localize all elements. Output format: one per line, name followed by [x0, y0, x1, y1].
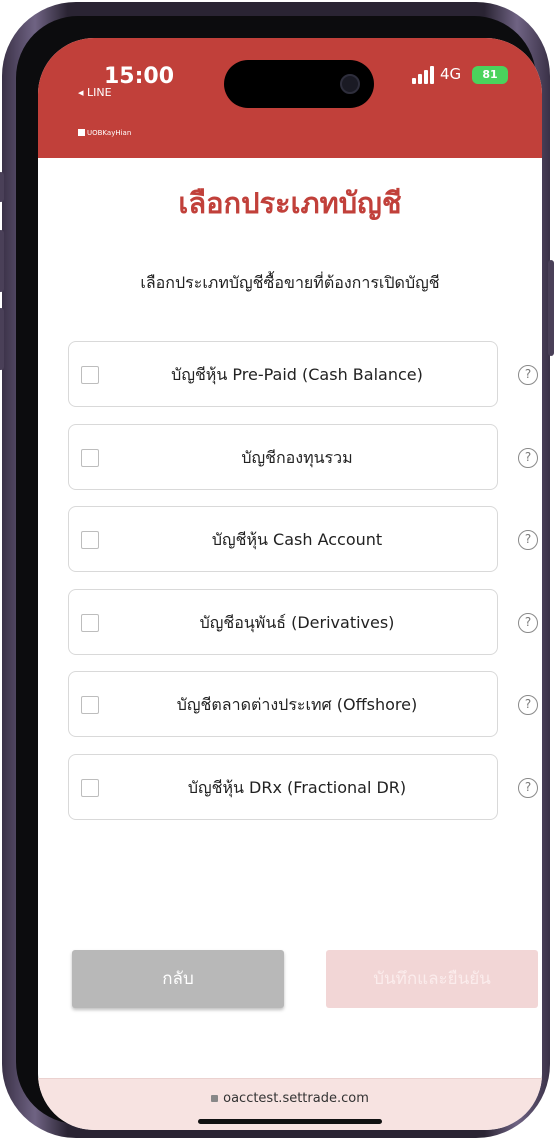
lock-icon: [211, 1095, 219, 1102]
account-option-mutual-fund[interactable]: บัญชีกองทุนรวม: [68, 424, 498, 490]
action-button: [0, 172, 4, 202]
option-label: บัญชีตลาดต่างประเทศ (Offshore): [176, 695, 418, 714]
help-icon[interactable]: ?: [518, 778, 538, 798]
option-label: บัญชีหุ้น DRx (Fractional DR): [187, 778, 407, 797]
save-confirm-button[interactable]: บันทึกและยืนยัน: [326, 950, 538, 1008]
brand-logo: UOBKayHian: [78, 129, 131, 137]
account-option-row: บัญชีอนุพันธ์ (Derivatives) ?: [68, 589, 538, 655]
account-option-row: บัญชีหุ้น Cash Account ?: [68, 506, 538, 572]
back-to-app-link[interactable]: ◂ LINE: [78, 86, 112, 99]
help-icon[interactable]: ?: [518, 448, 538, 468]
account-option-row: บัญชีตลาดต่างประเทศ (Offshore) ?: [68, 671, 538, 737]
brand-name: UOBKayHian: [87, 129, 132, 137]
checkbox-icon[interactable]: [81, 779, 99, 797]
account-option-cash-account[interactable]: บัญชีหุ้น Cash Account: [68, 506, 498, 572]
account-option-row: บัญชีกองทุนรวม ?: [68, 424, 538, 490]
page-subtitle: เลือกประเภทบัญชีซื้อขายที่ต้องการเปิดบัญ…: [140, 273, 440, 292]
account-option-derivatives[interactable]: บัญชีอนุพันธ์ (Derivatives): [68, 589, 498, 655]
url-bar[interactable]: oacctest.settrade.com: [38, 1091, 542, 1106]
help-icon[interactable]: ?: [518, 613, 538, 633]
account-option-prepaid[interactable]: บัญชีหุ้น Pre-Paid (Cash Balance): [68, 341, 498, 407]
brand-mark-icon: [78, 129, 85, 136]
account-option-row: บัญชีหุ้น DRx (Fractional DR) ?: [68, 754, 538, 820]
option-label: บัญชีกองทุนรวม: [241, 448, 353, 467]
header-bar: 15:00 ◂ LINE 4G 81 UOBKayHian: [38, 38, 542, 158]
page-title: เลือกประเภทบัญชี: [178, 186, 402, 220]
option-label: บัญชีหุ้น Cash Account: [211, 530, 383, 549]
phone-bezel: 15:00 ◂ LINE 4G 81 UOBKayHian เลือกประเภ…: [16, 16, 542, 1130]
checkbox-icon[interactable]: [81, 696, 99, 714]
phone-frame: 15:00 ◂ LINE 4G 81 UOBKayHian เลือกประเภ…: [0, 2, 554, 1138]
account-option-drx[interactable]: บัญชีหุ้น DRx (Fractional DR): [68, 754, 498, 820]
status-time: 15:00: [104, 64, 175, 89]
dynamic-island: [224, 60, 374, 108]
url-text: oacctest.settrade.com: [223, 1091, 369, 1106]
network-type: 4G: [440, 65, 462, 83]
help-icon[interactable]: ?: [518, 530, 538, 550]
screen: 15:00 ◂ LINE 4G 81 UOBKayHian เลือกประเภ…: [38, 38, 542, 1130]
help-icon[interactable]: ?: [518, 695, 538, 715]
volume-up-button: [0, 230, 4, 292]
checkbox-icon[interactable]: [81, 366, 99, 384]
volume-down-button: [0, 308, 4, 370]
option-label: บัญชีอนุพันธ์ (Derivatives): [199, 613, 395, 632]
checkbox-icon[interactable]: [81, 531, 99, 549]
power-button: [548, 260, 554, 356]
option-label: บัญชีหุ้น Pre-Paid (Cash Balance): [171, 365, 423, 384]
account-option-offshore[interactable]: บัญชีตลาดต่างประเทศ (Offshore): [68, 671, 498, 737]
battery-icon: 81: [472, 66, 508, 84]
checkbox-icon[interactable]: [81, 614, 99, 632]
back-button[interactable]: กลับ: [72, 950, 284, 1008]
account-option-row: บัญชีหุ้น Pre-Paid (Cash Balance) ?: [68, 341, 538, 407]
camera-icon: [340, 74, 360, 94]
checkbox-icon[interactable]: [81, 449, 99, 467]
help-icon[interactable]: ?: [518, 365, 538, 385]
signal-icon: [412, 66, 434, 84]
home-indicator[interactable]: [198, 1119, 382, 1124]
